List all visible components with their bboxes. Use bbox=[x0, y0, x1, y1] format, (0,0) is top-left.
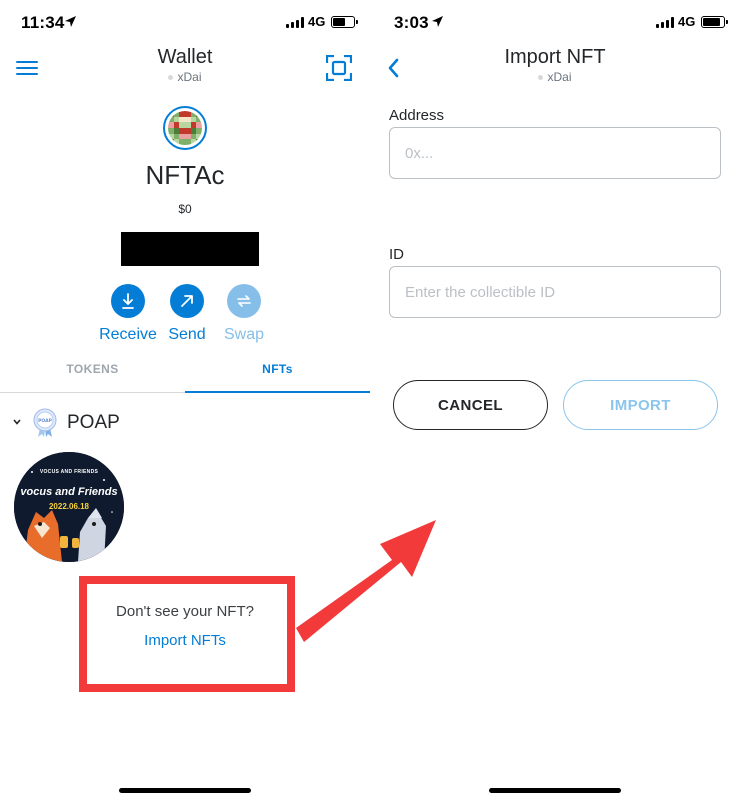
identicon bbox=[168, 111, 202, 145]
redacted-address bbox=[121, 232, 259, 266]
nft-thumbnail[interactable]: VOCUS AND FRIENDS vocus and Friends 2022… bbox=[14, 452, 124, 562]
status-bar: 11:34 4G bbox=[0, 0, 370, 44]
import-nft-screen: 3:03 4G Import NFT xDai Address ID CANCE… bbox=[370, 0, 740, 801]
network-type: 4G bbox=[678, 14, 696, 29]
asset-tabs: TOKENS NFTs bbox=[0, 355, 370, 393]
swap-label: Swap bbox=[223, 326, 265, 343]
battery-icon bbox=[701, 16, 728, 28]
cancel-button[interactable]: CANCEL bbox=[393, 380, 548, 430]
poap-badge-icon: POAP bbox=[33, 408, 57, 437]
qr-scan-icon[interactable] bbox=[326, 55, 352, 81]
page-title: Import NFT bbox=[504, 46, 606, 68]
network-dot-icon bbox=[538, 75, 544, 81]
network-indicator: xDai bbox=[0, 70, 370, 84]
nft-title: vocus and Friends bbox=[20, 486, 118, 498]
status-bar: 3:03 4G bbox=[370, 0, 740, 44]
download-icon bbox=[111, 284, 145, 318]
swap-button[interactable]: Swap bbox=[209, 284, 279, 344]
network-dot-icon bbox=[168, 75, 174, 81]
battery-icon bbox=[331, 16, 358, 28]
page-title: Wallet bbox=[157, 46, 213, 68]
signal-icon bbox=[286, 17, 304, 28]
address-input[interactable] bbox=[389, 127, 721, 179]
tab-nfts[interactable]: NFTs bbox=[185, 355, 370, 393]
account-balance: $0 bbox=[178, 202, 192, 216]
nft-brand: VOCUS AND FRIENDS bbox=[39, 469, 99, 475]
empty-prompt-text: Don't see your NFT? bbox=[116, 603, 254, 620]
wallet-screen: 11:34 4G Wallet xDai NFTAc $0 Receive Se… bbox=[0, 0, 370, 801]
location-arrow-icon bbox=[432, 16, 443, 27]
account-name[interactable]: NFTAc bbox=[0, 160, 370, 191]
import-nfts-link[interactable]: Import NFTs bbox=[0, 632, 370, 649]
id-label: ID bbox=[389, 246, 404, 263]
home-indicator[interactable] bbox=[119, 788, 251, 793]
address-label: Address bbox=[389, 107, 445, 124]
home-indicator[interactable] bbox=[489, 788, 621, 793]
nft-date: 2022.06.18 bbox=[48, 502, 90, 511]
network-indicator: xDai bbox=[370, 70, 740, 84]
network-type: 4G bbox=[308, 14, 326, 29]
status-time: 3:03 bbox=[394, 13, 429, 32]
collection-header[interactable]: POAP POAP bbox=[12, 408, 312, 440]
account-avatar[interactable] bbox=[163, 106, 207, 150]
import-button[interactable]: IMPORT bbox=[563, 380, 718, 430]
poap-badge-text: POAP bbox=[38, 418, 52, 424]
collectible-id-input[interactable] bbox=[389, 266, 721, 318]
tab-tokens[interactable]: TOKENS bbox=[0, 355, 185, 393]
chevron-down-icon bbox=[13, 419, 21, 425]
send-arrow-icon bbox=[170, 284, 204, 318]
location-arrow-icon bbox=[65, 16, 76, 27]
signal-icon bbox=[656, 17, 674, 28]
status-time: 11:34 bbox=[21, 13, 65, 32]
swap-icon bbox=[227, 284, 261, 318]
collection-name: POAP bbox=[67, 412, 120, 433]
